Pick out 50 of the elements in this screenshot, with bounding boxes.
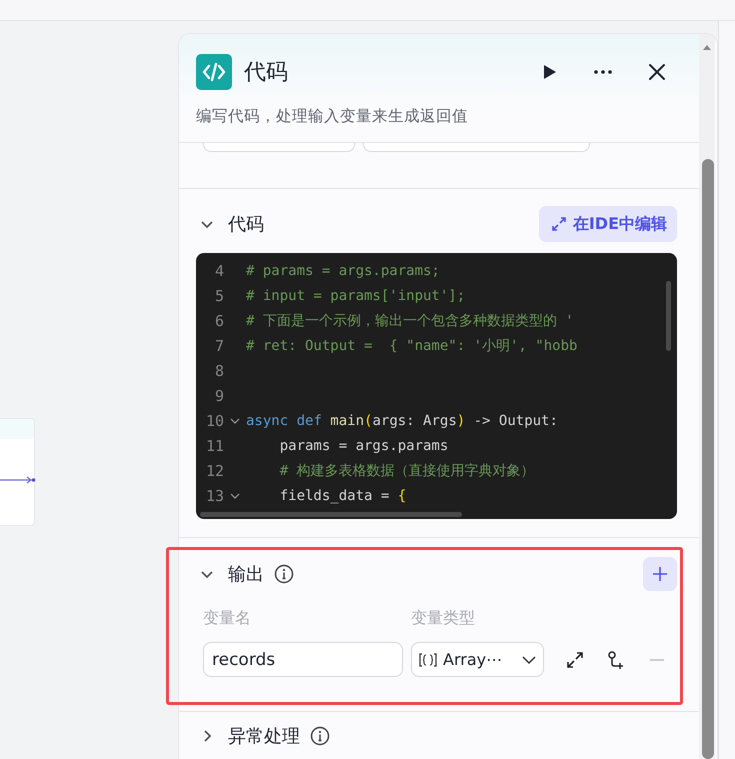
scrollbar[interactable] xyxy=(666,281,671,351)
line-number: 7 xyxy=(214,336,224,354)
line-number: 9 xyxy=(214,386,224,404)
code-icon xyxy=(196,54,232,90)
info-icon[interactable] xyxy=(274,564,294,584)
scroll-up-icon[interactable] xyxy=(702,43,712,51)
line-number: 4 xyxy=(214,262,224,280)
close-icon[interactable] xyxy=(647,62,667,82)
info-icon[interactable] xyxy=(310,726,330,746)
column-label: 变量名 xyxy=(203,608,252,628)
code-line: # 构建多表格数据（直接使用字典对象） xyxy=(278,462,535,480)
variable-name-field[interactable]: records xyxy=(203,642,403,677)
line-number: 6 xyxy=(214,312,224,330)
code-line: fields_data = { xyxy=(278,488,406,504)
section-title: 异常处理 xyxy=(228,725,300,748)
type-value: Array⋯ xyxy=(443,650,504,669)
code-line: # params = args.params; xyxy=(246,262,440,278)
section-title: 输出 xyxy=(228,563,264,586)
code-line: # ret: Output = { "name": '小明', "hobb xyxy=(246,336,578,354)
expand-icon[interactable] xyxy=(565,650,585,670)
panel-description: 编写代码，处理输入变量来生成返回值 xyxy=(196,106,469,127)
column-label: 变量类型 xyxy=(411,608,475,628)
line-number: 11 xyxy=(204,436,224,454)
code-line: async def main(args: Args) -> Output: xyxy=(246,412,558,428)
connector-arrow xyxy=(0,476,36,484)
add-child-variable-icon[interactable] xyxy=(606,650,626,670)
input-field[interactable] xyxy=(203,143,355,152)
expand-icon xyxy=(550,216,567,232)
line-number: 10 xyxy=(204,412,224,430)
array-icon xyxy=(418,652,438,668)
node-card[interactable] xyxy=(0,418,35,526)
fold-chevron-icon[interactable] xyxy=(230,490,240,500)
code-line: # input = params['input']; xyxy=(246,288,466,304)
section-title: 代码 xyxy=(228,213,264,236)
edit-in-ide-button[interactable]: 在IDE中编辑 xyxy=(538,206,677,242)
line-number: 13 xyxy=(204,486,224,504)
scrollbar-thumb[interactable] xyxy=(702,159,714,759)
panel-title: 代码 xyxy=(244,59,288,87)
add-button[interactable] xyxy=(643,557,677,591)
variable-type-select[interactable]: Array⋯ xyxy=(411,642,544,677)
fold-chevron-icon[interactable] xyxy=(230,416,240,426)
scrollbar[interactable] xyxy=(200,512,462,517)
line-number: 5 xyxy=(214,286,224,304)
plus-icon xyxy=(652,566,668,582)
code-line: # 下面是一个示例，输出一个包含多种数据类型的 ' xyxy=(246,312,574,330)
code-editor[interactable] xyxy=(196,253,677,519)
line-number: 12 xyxy=(204,462,224,480)
input-field[interactable] xyxy=(363,143,590,152)
line-number: 8 xyxy=(214,362,224,380)
code-line: params = args.params xyxy=(278,438,448,454)
